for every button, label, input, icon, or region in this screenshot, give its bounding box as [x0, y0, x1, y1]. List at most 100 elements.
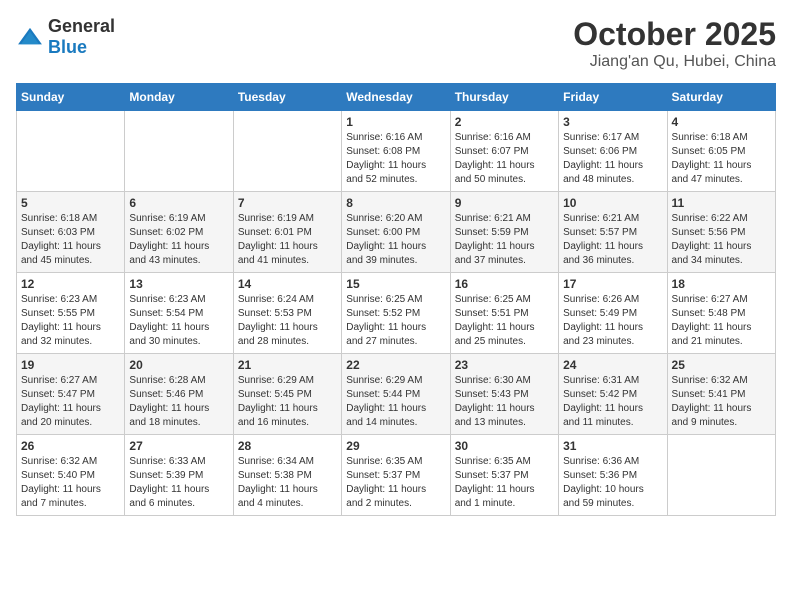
day-info: Sunrise: 6:29 AM Sunset: 5:44 PM Dayligh… — [346, 374, 445, 430]
day-info: Sunrise: 6:27 AM Sunset: 5:47 PM Dayligh… — [21, 374, 120, 430]
calendar-week-row: 1 Sunrise: 6:16 AM Sunset: 6:08 PM Daylig… — [17, 111, 776, 192]
day-number: 13 — [129, 277, 228, 291]
day-info: Sunrise: 6:35 AM Sunset: 5:37 PM Dayligh… — [455, 455, 554, 511]
table-row: 17 Sunrise: 6:26 AM Sunset: 5:49 PM Dayli… — [559, 273, 667, 354]
logo: General Blue — [16, 16, 115, 58]
day-number: 19 — [21, 358, 120, 372]
logo-icon — [16, 26, 44, 48]
table-row: 7 Sunrise: 6:19 AM Sunset: 6:01 PM Daylig… — [233, 192, 341, 273]
table-row — [17, 111, 125, 192]
col-wednesday: Wednesday — [342, 84, 450, 111]
day-number: 14 — [238, 277, 337, 291]
table-row: 3 Sunrise: 6:17 AM Sunset: 6:06 PM Daylig… — [559, 111, 667, 192]
day-number: 4 — [672, 115, 771, 129]
table-row: 24 Sunrise: 6:31 AM Sunset: 5:42 PM Dayli… — [559, 354, 667, 435]
day-info: Sunrise: 6:32 AM Sunset: 5:41 PM Dayligh… — [672, 374, 771, 430]
day-number: 22 — [346, 358, 445, 372]
location-title: Jiang'an Qu, Hubei, China — [573, 53, 776, 71]
day-info: Sunrise: 6:17 AM Sunset: 6:06 PM Dayligh… — [563, 131, 662, 187]
day-number: 17 — [563, 277, 662, 291]
table-row: 10 Sunrise: 6:21 AM Sunset: 5:57 PM Dayli… — [559, 192, 667, 273]
day-info: Sunrise: 6:16 AM Sunset: 6:08 PM Dayligh… — [346, 131, 445, 187]
table-row: 8Sunrise: 6:20 AM Sunset: 6:00 PM Daylig… — [342, 192, 450, 273]
calendar-body: 1 Sunrise: 6:16 AM Sunset: 6:08 PM Daylig… — [17, 111, 776, 516]
day-number: 11 — [672, 196, 771, 210]
day-info: Sunrise: 6:22 AM Sunset: 5:56 PM Dayligh… — [672, 212, 771, 268]
table-row — [125, 111, 233, 192]
day-info: Sunrise: 6:27 AM Sunset: 5:48 PM Dayligh… — [672, 293, 771, 349]
table-row: 5 Sunrise: 6:18 AM Sunset: 6:03 PM Daylig… — [17, 192, 125, 273]
table-row: 15Sunrise: 6:25 AM Sunset: 5:52 PM Dayli… — [342, 273, 450, 354]
col-friday: Friday — [559, 84, 667, 111]
calendar-header-row: Sunday Monday Tuesday Wednesday Thursday… — [17, 84, 776, 111]
calendar-week-row: 5 Sunrise: 6:18 AM Sunset: 6:03 PM Daylig… — [17, 192, 776, 273]
day-info: Sunrise: 6:25 AM Sunset: 5:52 PM Dayligh… — [346, 293, 445, 349]
title-area: October 2025 Jiang'an Qu, Hubei, China — [573, 16, 776, 71]
day-info: Sunrise: 6:36 AM Sunset: 5:36 PM Dayligh… — [563, 455, 662, 511]
day-number: 6 — [129, 196, 228, 210]
day-number: 23 — [455, 358, 554, 372]
day-number: 3 — [563, 115, 662, 129]
col-sunday: Sunday — [17, 84, 125, 111]
day-number: 10 — [563, 196, 662, 210]
table-row: 11 Sunrise: 6:22 AM Sunset: 5:56 PM Dayli… — [667, 192, 775, 273]
page-header: General Blue October 2025 Jiang'an Qu, H… — [16, 16, 776, 71]
table-row: 25 Sunrise: 6:32 AM Sunset: 5:41 PM Dayli… — [667, 354, 775, 435]
day-info: Sunrise: 6:19 AM Sunset: 6:01 PM Dayligh… — [238, 212, 337, 268]
table-row: 23Sunrise: 6:30 AM Sunset: 5:43 PM Dayli… — [450, 354, 558, 435]
table-row: 2Sunrise: 6:16 AM Sunset: 6:07 PM Daylig… — [450, 111, 558, 192]
day-number: 20 — [129, 358, 228, 372]
calendar-week-row: 19 Sunrise: 6:27 AM Sunset: 5:47 PM Dayli… — [17, 354, 776, 435]
col-saturday: Saturday — [667, 84, 775, 111]
day-number: 16 — [455, 277, 554, 291]
day-number: 31 — [563, 439, 662, 453]
day-info: Sunrise: 6:21 AM Sunset: 5:57 PM Dayligh… — [563, 212, 662, 268]
day-info: Sunrise: 6:19 AM Sunset: 6:02 PM Dayligh… — [129, 212, 228, 268]
day-info: Sunrise: 6:21 AM Sunset: 5:59 PM Dayligh… — [455, 212, 554, 268]
day-info: Sunrise: 6:23 AM Sunset: 5:54 PM Dayligh… — [129, 293, 228, 349]
table-row: 14 Sunrise: 6:24 AM Sunset: 5:53 PM Dayli… — [233, 273, 341, 354]
day-number: 8 — [346, 196, 445, 210]
col-tuesday: Tuesday — [233, 84, 341, 111]
table-row: 16Sunrise: 6:25 AM Sunset: 5:51 PM Dayli… — [450, 273, 558, 354]
day-info: Sunrise: 6:28 AM Sunset: 5:46 PM Dayligh… — [129, 374, 228, 430]
table-row: 30 Sunrise: 6:35 AM Sunset: 5:37 PM Dayli… — [450, 435, 558, 516]
table-row: 31 Sunrise: 6:36 AM Sunset: 5:36 PM Dayli… — [559, 435, 667, 516]
day-info: Sunrise: 6:35 AM Sunset: 5:37 PM Dayligh… — [346, 455, 445, 511]
day-info: Sunrise: 6:29 AM Sunset: 5:45 PM Dayligh… — [238, 374, 337, 430]
day-number: 5 — [21, 196, 120, 210]
day-info: Sunrise: 6:18 AM Sunset: 6:05 PM Dayligh… — [672, 131, 771, 187]
day-number: 28 — [238, 439, 337, 453]
day-number: 30 — [455, 439, 554, 453]
logo-general: General — [48, 16, 115, 36]
day-info: Sunrise: 6:24 AM Sunset: 5:53 PM Dayligh… — [238, 293, 337, 349]
day-number: 26 — [21, 439, 120, 453]
col-monday: Monday — [125, 84, 233, 111]
table-row: 1 Sunrise: 6:16 AM Sunset: 6:08 PM Daylig… — [342, 111, 450, 192]
day-number: 2 — [455, 115, 554, 129]
table-row: 21Sunrise: 6:29 AM Sunset: 5:45 PM Dayli… — [233, 354, 341, 435]
logo-blue: Blue — [48, 37, 87, 57]
day-number: 9 — [455, 196, 554, 210]
day-number: 27 — [129, 439, 228, 453]
day-info: Sunrise: 6:32 AM Sunset: 5:40 PM Dayligh… — [21, 455, 120, 511]
day-number: 24 — [563, 358, 662, 372]
table-row: 19 Sunrise: 6:27 AM Sunset: 5:47 PM Dayli… — [17, 354, 125, 435]
day-info: Sunrise: 6:26 AM Sunset: 5:49 PM Dayligh… — [563, 293, 662, 349]
table-row: 28 Sunrise: 6:34 AM Sunset: 5:38 PM Dayli… — [233, 435, 341, 516]
day-number: 29 — [346, 439, 445, 453]
day-info: Sunrise: 6:23 AM Sunset: 5:55 PM Dayligh… — [21, 293, 120, 349]
table-row — [667, 435, 775, 516]
col-thursday: Thursday — [450, 84, 558, 111]
day-number: 7 — [238, 196, 337, 210]
calendar-table: Sunday Monday Tuesday Wednesday Thursday… — [16, 83, 776, 516]
day-number: 12 — [21, 277, 120, 291]
day-info: Sunrise: 6:31 AM Sunset: 5:42 PM Dayligh… — [563, 374, 662, 430]
day-info: Sunrise: 6:34 AM Sunset: 5:38 PM Dayligh… — [238, 455, 337, 511]
calendar-week-row: 26 Sunrise: 6:32 AM Sunset: 5:40 PM Dayli… — [17, 435, 776, 516]
day-info: Sunrise: 6:18 AM Sunset: 6:03 PM Dayligh… — [21, 212, 120, 268]
day-number: 25 — [672, 358, 771, 372]
calendar-week-row: 12 Sunrise: 6:23 AM Sunset: 5:55 PM Dayli… — [17, 273, 776, 354]
day-number: 1 — [346, 115, 445, 129]
table-row: 29 Sunrise: 6:35 AM Sunset: 5:37 PM Dayli… — [342, 435, 450, 516]
